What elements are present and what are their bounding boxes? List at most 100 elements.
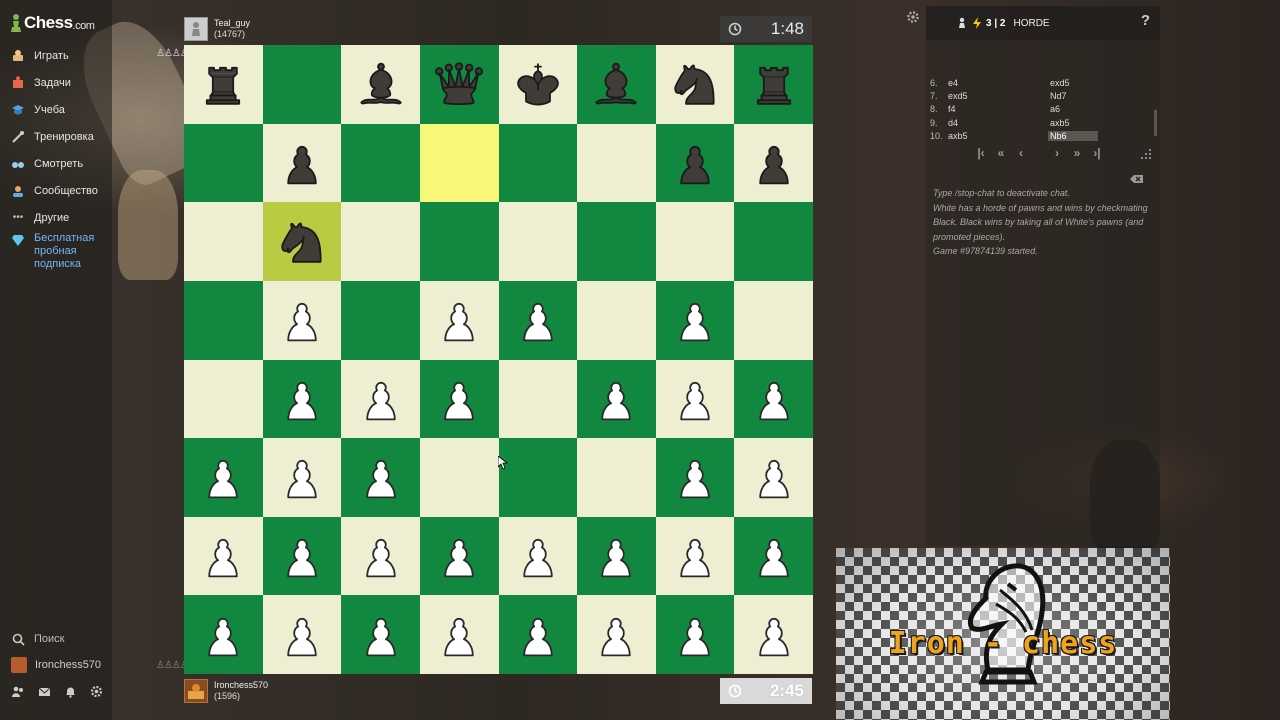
board-square[interactable] [419, 359, 499, 439]
previous-move-button[interactable]: ‹ [1014, 146, 1028, 160]
white-move[interactable]: d4 [948, 118, 1048, 128]
black-move[interactable]: axb5 [1048, 118, 1098, 128]
white-move[interactable]: f4 [948, 104, 1048, 114]
white-pawn-icon[interactable] [432, 372, 486, 426]
white-pawn-icon[interactable] [589, 608, 643, 662]
white-pawn-icon[interactable] [432, 293, 486, 347]
white-pawn-icon[interactable] [511, 529, 565, 583]
board-square[interactable] [577, 45, 656, 124]
board-square[interactable] [655, 45, 735, 124]
messages-icon[interactable] [37, 684, 51, 698]
board-square[interactable] [655, 516, 735, 596]
back-five-button[interactable]: « [994, 146, 1008, 160]
board-square[interactable] [498, 123, 578, 203]
black-king-icon[interactable] [511, 57, 565, 111]
white-move[interactable]: exd5 [948, 91, 1048, 101]
board-square[interactable] [577, 595, 656, 674]
nav-community[interactable]: Сообщество [0, 177, 112, 204]
first-move-button[interactable]: |‹ [974, 146, 988, 160]
board-square[interactable] [577, 202, 656, 281]
white-pawn-icon[interactable] [354, 372, 408, 426]
white-pawn-icon[interactable] [196, 608, 250, 662]
board-square[interactable] [419, 516, 499, 596]
board-square[interactable] [184, 280, 263, 360]
board-square[interactable] [184, 438, 263, 517]
chess-board[interactable] [184, 45, 813, 674]
black-move[interactable]: Nd7 [1048, 91, 1098, 101]
board-square[interactable] [262, 359, 342, 439]
board-square[interactable] [498, 280, 578, 360]
white-pawn-icon[interactable] [275, 608, 329, 662]
white-move[interactable]: e4 [948, 78, 1048, 88]
board-square[interactable] [498, 202, 578, 281]
board-square[interactable] [655, 359, 735, 439]
board-square[interactable] [341, 438, 420, 517]
chat-clear-icon[interactable] [1130, 172, 1144, 186]
search-button[interactable]: Поиск [0, 626, 112, 652]
board-square[interactable] [262, 280, 342, 360]
board-square[interactable] [655, 438, 735, 517]
board-square[interactable] [577, 516, 656, 596]
board-square[interactable] [734, 202, 813, 281]
black-knight-icon[interactable] [275, 215, 329, 269]
board-square[interactable] [734, 45, 813, 124]
board-square[interactable] [498, 359, 578, 439]
nav-watch[interactable]: Смотреть [0, 150, 112, 177]
player-info[interactable]: Ironchess570 (1596) [184, 678, 268, 704]
board-square[interactable] [262, 202, 342, 281]
black-move[interactable]: a6 [1048, 104, 1098, 114]
board-square[interactable] [341, 123, 420, 203]
board-square[interactable] [184, 45, 263, 124]
last-move-button[interactable]: ›| [1090, 146, 1104, 160]
settings-icon[interactable] [89, 684, 103, 698]
board-square[interactable] [184, 359, 263, 439]
white-pawn-icon[interactable] [275, 450, 329, 504]
board-square[interactable] [577, 123, 656, 203]
white-pawn-icon[interactable] [275, 529, 329, 583]
board-square[interactable] [498, 438, 578, 517]
friends-icon[interactable] [11, 684, 25, 698]
board-square[interactable] [341, 280, 420, 360]
white-pawn-icon[interactable] [668, 372, 722, 426]
board-square[interactable] [184, 123, 263, 203]
black-bishop-icon[interactable] [589, 57, 643, 111]
board-square[interactable] [419, 45, 499, 124]
help-button[interactable]: ? [1141, 12, 1150, 29]
white-pawn-icon[interactable] [747, 529, 801, 583]
white-pawn-icon[interactable] [589, 529, 643, 583]
board-square[interactable] [419, 438, 499, 517]
white-pawn-icon[interactable] [747, 372, 801, 426]
free-trial-promo[interactable]: Бесплатная пробная подписка [11, 232, 107, 271]
board-square[interactable] [184, 202, 263, 281]
forward-five-button[interactable]: » [1070, 146, 1084, 160]
black-pawn-icon[interactable] [668, 136, 722, 190]
board-square[interactable] [577, 438, 656, 517]
board-square[interactable] [655, 280, 735, 360]
white-pawn-icon[interactable] [275, 372, 329, 426]
board-square[interactable] [734, 280, 813, 360]
black-pawn-icon[interactable] [747, 136, 801, 190]
board-square[interactable] [419, 280, 499, 360]
board-square[interactable] [734, 438, 813, 517]
board-square[interactable] [734, 516, 813, 596]
board-square[interactable] [262, 516, 342, 596]
white-pawn-icon[interactable] [432, 529, 486, 583]
white-pawn-icon[interactable] [668, 608, 722, 662]
nav-puzzles[interactable]: Задачи [0, 69, 112, 96]
board-square[interactable] [655, 202, 735, 281]
white-pawn-icon[interactable] [196, 529, 250, 583]
white-pawn-icon[interactable] [668, 450, 722, 504]
board-square[interactable] [262, 123, 342, 203]
white-pawn-icon[interactable] [668, 529, 722, 583]
black-bishop-icon[interactable] [354, 57, 408, 111]
board-square[interactable] [341, 45, 420, 124]
board-square[interactable] [341, 359, 420, 439]
black-pawn-icon[interactable] [275, 136, 329, 190]
board-square[interactable] [262, 595, 342, 674]
white-pawn-icon[interactable] [747, 608, 801, 662]
board-square[interactable] [498, 595, 578, 674]
white-pawn-icon[interactable] [275, 293, 329, 347]
board-square[interactable] [184, 595, 263, 674]
board-square[interactable] [498, 516, 578, 596]
board-square[interactable] [262, 45, 342, 124]
